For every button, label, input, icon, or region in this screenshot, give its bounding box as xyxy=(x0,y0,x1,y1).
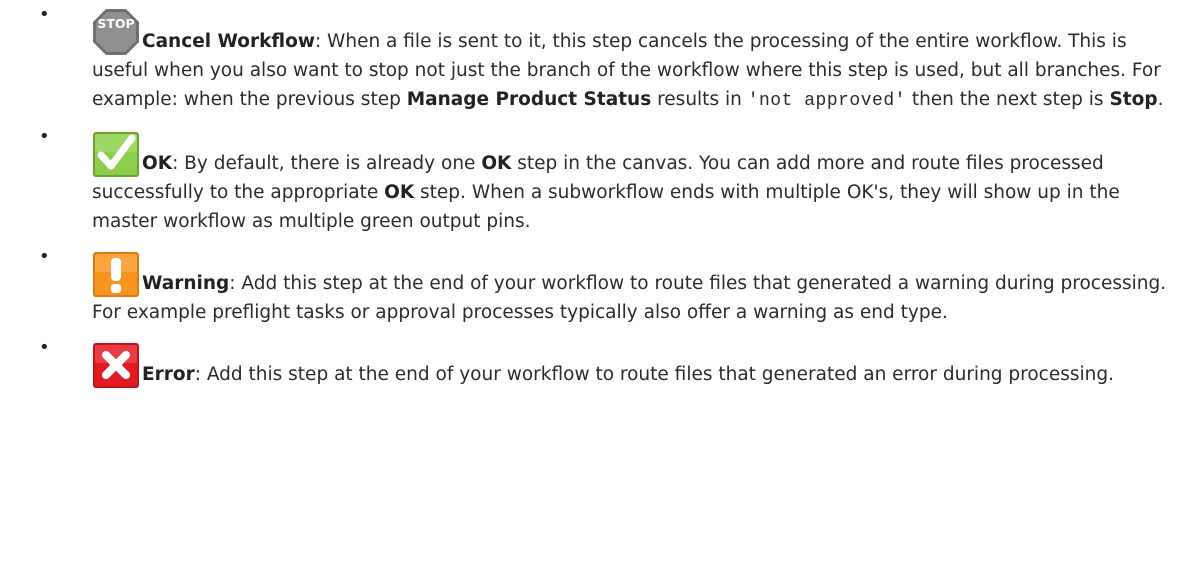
stop-sign-label: STOP xyxy=(97,16,134,31)
list-item-error: • Error: Add this step at the end of you… xyxy=(0,333,1179,389)
list-item-cancel-workflow: • STOP Cancel Workflow: When a file is s… xyxy=(0,0,1179,116)
stop-sign-icon: STOP xyxy=(93,9,139,55)
bullet: • xyxy=(39,246,50,267)
bullet: • xyxy=(39,4,50,25)
list-item-warning: • Warning: Add this step at the end of y… xyxy=(0,242,1179,327)
green-checkmark-icon xyxy=(93,132,139,177)
bullet: • xyxy=(39,126,50,147)
end-steps-list: • STOP Cancel Workflow: When a file is s… xyxy=(0,0,1179,389)
code-value: 'not approved' xyxy=(747,91,906,111)
list-item-ok: • OK: By default, there is already one O… xyxy=(0,122,1179,236)
orange-exclamation-icon xyxy=(93,252,139,297)
red-x-icon xyxy=(93,343,139,388)
bullet: • xyxy=(39,337,50,358)
